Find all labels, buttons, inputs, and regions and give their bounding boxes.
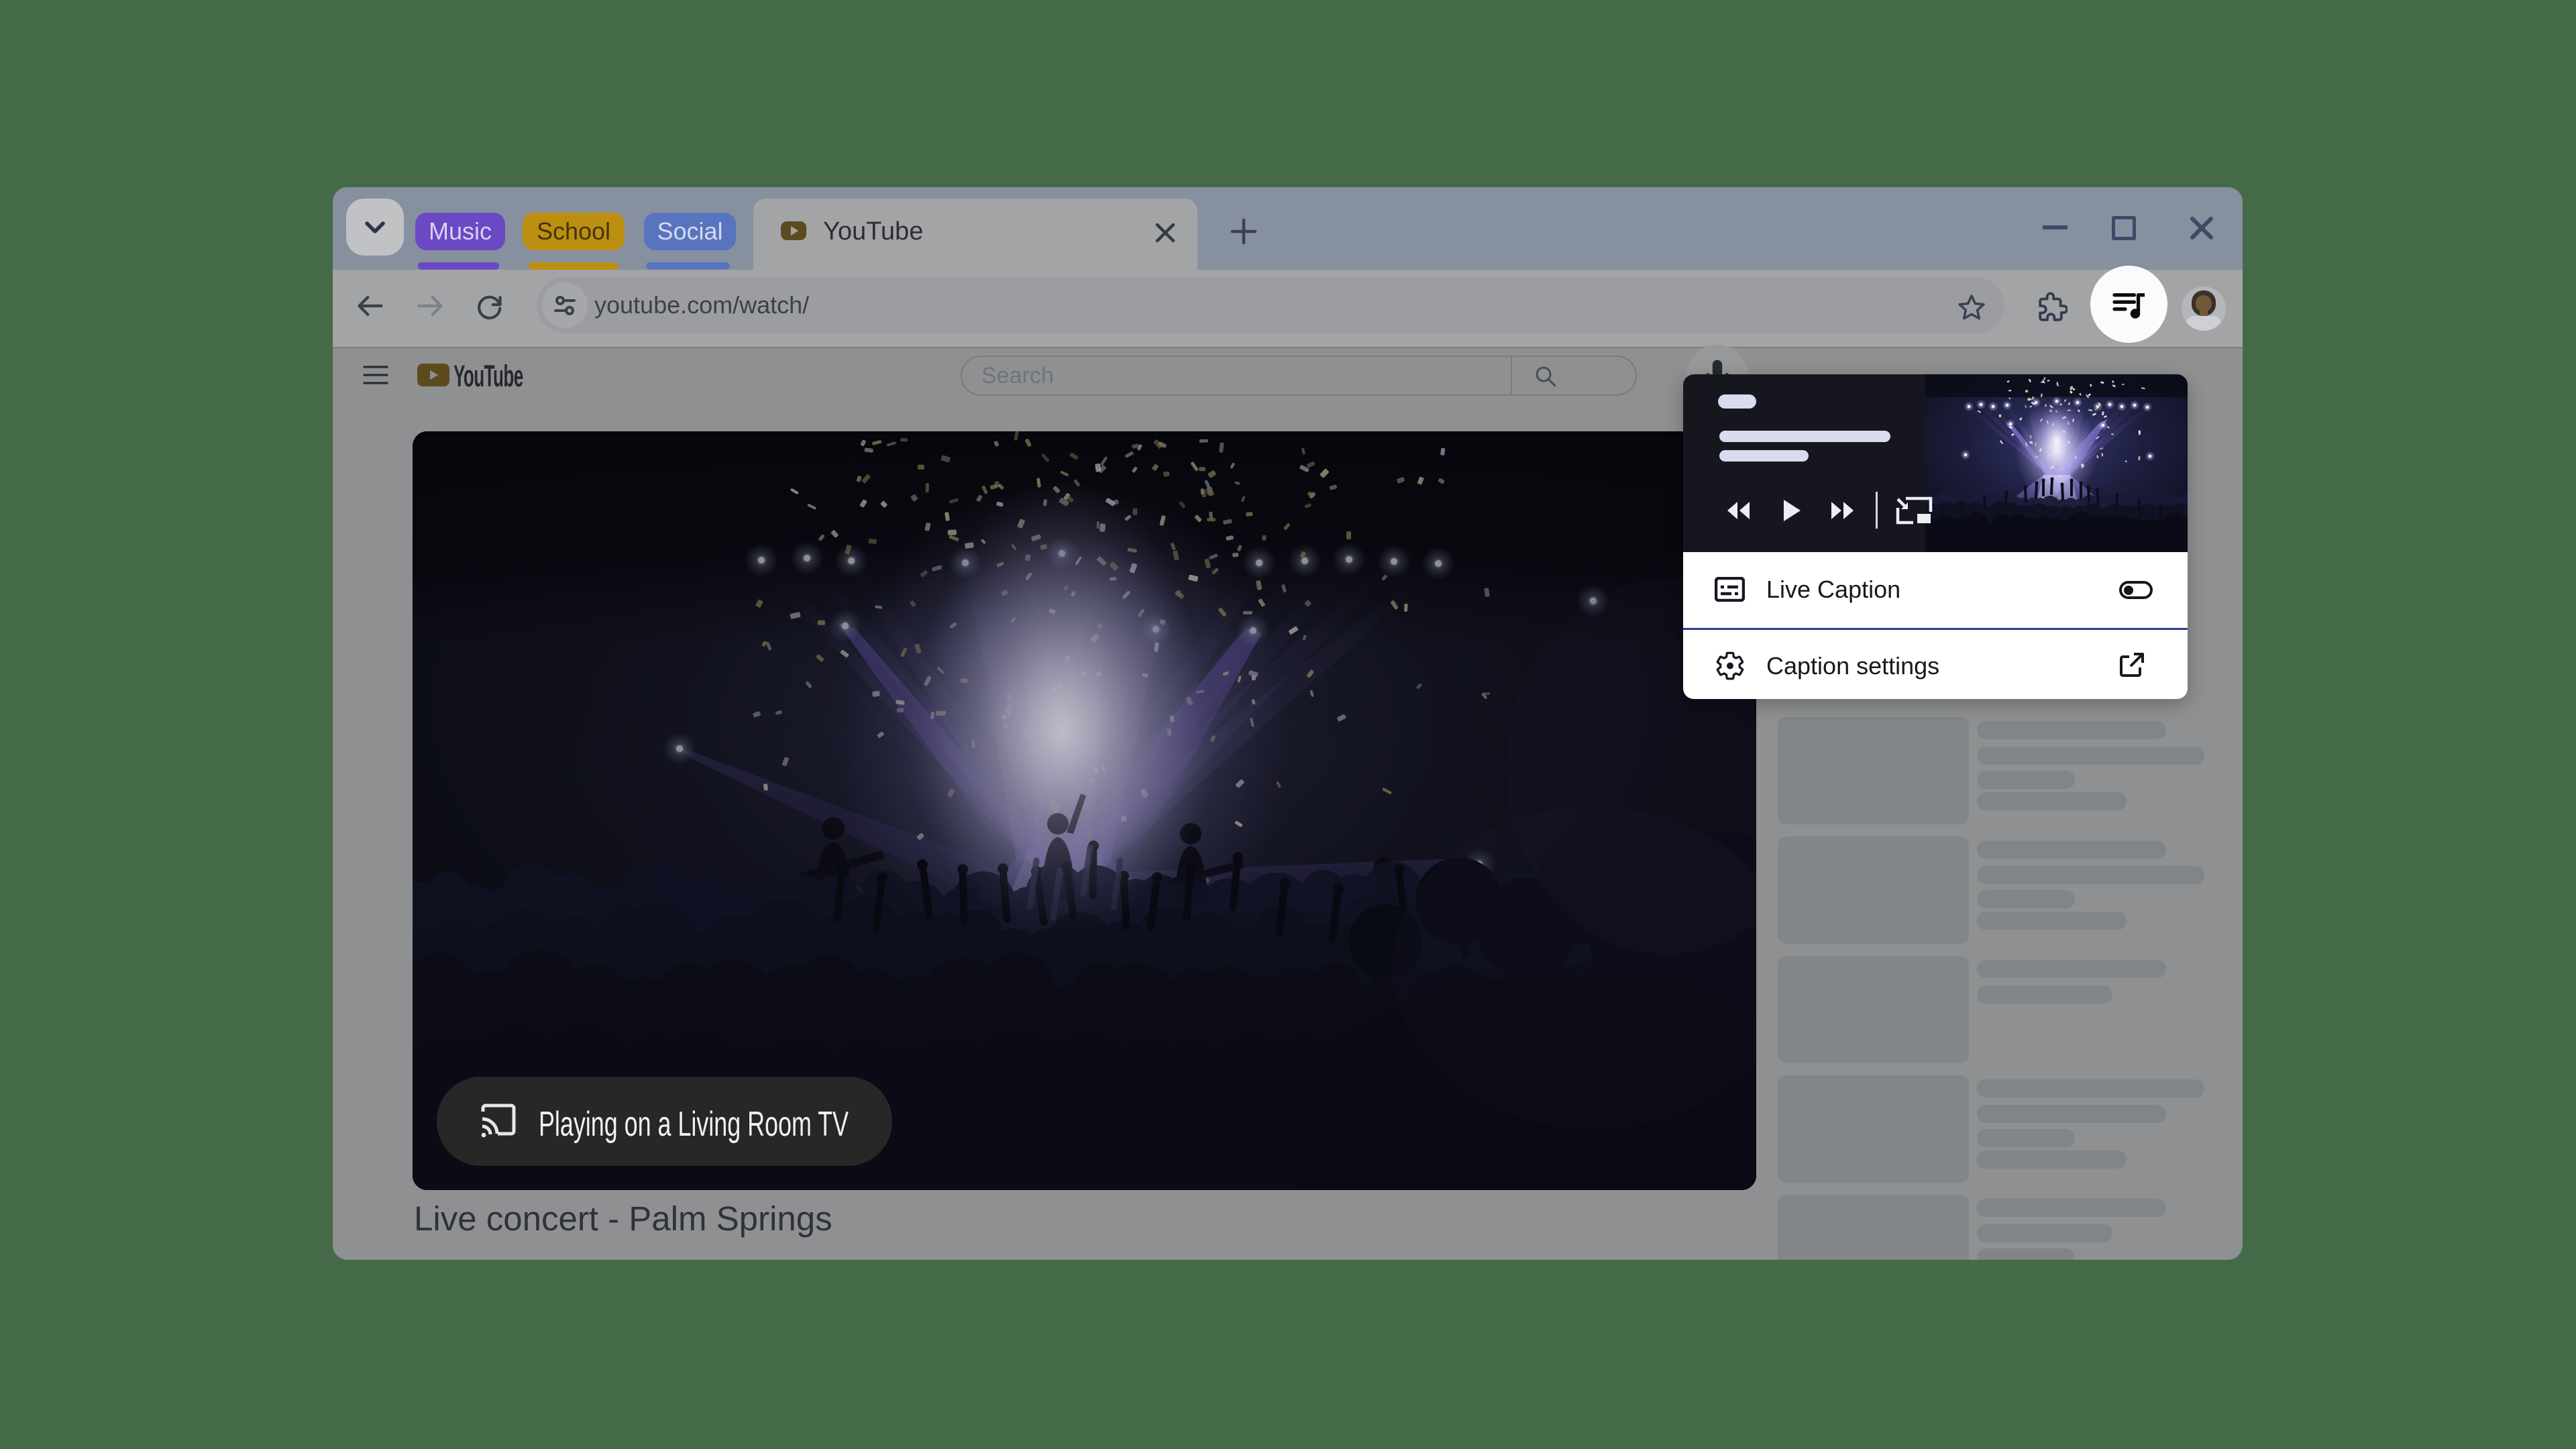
svg-text:Playing on a Living Room TV: Playing on a Living Room TV [539, 1105, 849, 1144]
